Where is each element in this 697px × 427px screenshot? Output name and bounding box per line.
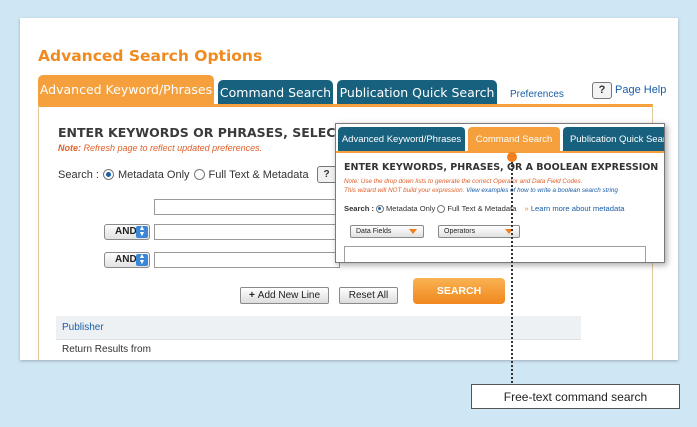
data-fields-dropdown[interactable]: Data Fields xyxy=(350,225,424,238)
note-label: Note: xyxy=(58,143,81,153)
keyword-input-1[interactable] xyxy=(154,199,340,215)
overlay-tab-publication-quick-search[interactable]: Publication Quick Sear xyxy=(563,127,664,151)
radio-full-text[interactable] xyxy=(193,169,205,180)
chevron-updown-icon: ▲ ▼ xyxy=(136,253,148,266)
command-expression-input[interactable] xyxy=(344,246,646,262)
keyword-input-3[interactable] xyxy=(154,252,340,268)
overlay-tab-underline xyxy=(336,151,664,153)
overlay-tab-advanced-keyword[interactable]: Advanced Keyword/Phrases xyxy=(338,127,465,151)
overlay-note-line-2a: This wizard will NOT build your expressi… xyxy=(344,186,465,194)
callout-connector xyxy=(511,162,513,386)
overlay-radio-metadata-only-label: Metadata Only xyxy=(385,204,436,213)
command-search-overlay: Advanced Keyword/Phrases Command Search … xyxy=(335,123,665,263)
add-new-line-button[interactable]: + Add New Line xyxy=(240,287,329,304)
overlay-search-scope-row: Search : Metadata Only Full Text & Metad… xyxy=(344,204,625,213)
operator-2-value: AND xyxy=(115,254,137,265)
overlay-note: Note: Use the drop down lists to generat… xyxy=(344,178,618,195)
overlay-radio-metadata-only[interactable] xyxy=(375,204,384,213)
overlay-note-line-1: Note: Use the drop down lists to generat… xyxy=(344,178,583,185)
add-new-line-label: Add New Line xyxy=(257,290,321,301)
overlay-note-line-2: This wizard will NOT build your expressi… xyxy=(344,187,618,196)
operators-dropdown[interactable]: Operators xyxy=(438,225,520,238)
reset-all-button[interactable]: Reset All xyxy=(339,287,398,304)
search-label: Search : xyxy=(58,168,99,181)
radio-full-text-label: Full Text & Metadata xyxy=(208,168,309,181)
operators-label: Operators xyxy=(444,228,476,235)
chevron-updown-icon: ▲ ▼ xyxy=(136,225,148,238)
data-fields-label: Data Fields xyxy=(356,228,392,235)
radio-metadata-only-label: Metadata Only xyxy=(117,168,190,181)
overlay-heading: ENTER KEYWORDS, PHRASES, OR A BOOLEAN EX… xyxy=(344,162,659,173)
page-help-link[interactable]: Page Help xyxy=(615,84,666,96)
tab-command-search[interactable]: Command Search xyxy=(218,80,333,104)
preferences-link[interactable]: Preferences xyxy=(510,89,564,100)
tab-advanced-keyword[interactable]: Advanced Keyword/Phrases xyxy=(38,75,214,104)
learn-more-metadata-link[interactable]: » Learn more about metadata xyxy=(524,204,624,213)
operator-select-1[interactable]: AND ▲ ▼ xyxy=(104,224,150,240)
tab-publication-quick-search[interactable]: Publication Quick Search xyxy=(337,80,497,104)
callout-anchor-dot xyxy=(507,152,517,162)
chevron-down-icon xyxy=(409,229,417,234)
overlay-tab-command-search[interactable]: Command Search xyxy=(468,127,560,151)
note-text: Refresh page to reflect updated preferen… xyxy=(83,143,263,153)
return-results-label: Return Results from xyxy=(62,344,151,355)
search-scope-row: Search : Metadata Only Full Text & Metad… xyxy=(58,166,337,183)
overlay-search-label: Search : xyxy=(344,204,374,213)
callout-label: Free-text command search xyxy=(471,384,680,409)
radio-metadata-only[interactable] xyxy=(102,169,114,180)
form-note: Note: Refresh page to reflect updated pr… xyxy=(58,143,262,153)
boolean-examples-link[interactable]: View examples of how to write a boolean … xyxy=(466,187,618,194)
plus-icon: + xyxy=(248,290,255,301)
operator-1-value: AND xyxy=(115,226,137,237)
publisher-label[interactable]: Publisher xyxy=(62,322,104,333)
operator-select-2[interactable]: AND ▲ ▼ xyxy=(104,252,150,268)
search-help-icon[interactable]: ? xyxy=(316,166,337,183)
learn-more-label: Learn more about metadata xyxy=(530,204,625,213)
page-title: Advanced Search Options xyxy=(38,47,263,65)
overlay-radio-full-text[interactable] xyxy=(437,204,446,213)
search-button[interactable]: SEARCH xyxy=(413,278,505,304)
help-icon[interactable]: ? xyxy=(592,82,612,99)
learn-more-marker: » xyxy=(524,204,529,213)
overlay-radio-full-text-label: Full Text & Metadata xyxy=(447,204,517,213)
keyword-input-2[interactable] xyxy=(154,224,340,240)
